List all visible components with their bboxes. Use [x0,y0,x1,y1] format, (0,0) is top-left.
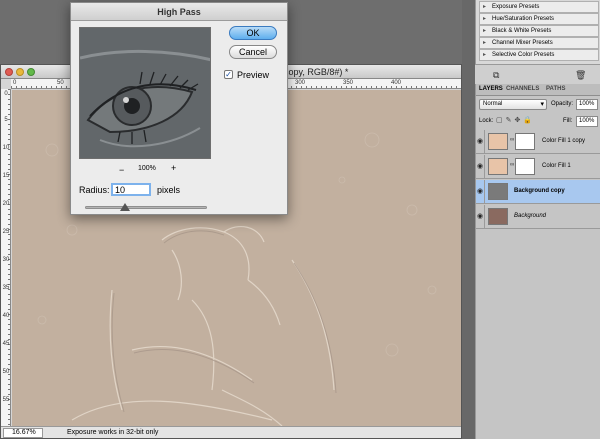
ruler-label: 50 [57,80,64,86]
layer-mask-thumbnail[interactable] [515,158,535,175]
radius-slider-track[interactable] [85,206,207,209]
lock-options-icon[interactable]: ▢✎✥🔒 [496,116,535,124]
layer-row[interactable]: ◉ ∞ Color Fill 1 [476,155,600,179]
zoom-in-button[interactable]: + [171,163,176,173]
fill-label: Fill: [563,118,573,124]
layer-thumbnail [488,133,508,150]
ruler-label: 400 [391,80,402,86]
ruler-label: 20 [2,201,10,207]
ruler-label: 50 [2,369,10,375]
high-pass-dialog: High Pass − 100% + OK Cancel ✓ Preview R… [70,2,288,215]
close-icon[interactable] [5,68,13,76]
clip-icon[interactable]: ⧉ [493,70,499,81]
link-chain-icon: ∞ [510,137,515,143]
preset-selective-color[interactable]: Selective Color Presets [479,49,599,61]
lock-label: Lock: [479,118,494,124]
ruler-label: 40 [2,313,10,319]
preview-label[interactable]: Preview [237,70,269,80]
layers-panel-tabs: LAYERS CHANNELS PATHS [476,84,600,96]
preset-exposure[interactable]: Exposure Presets [479,1,599,13]
zoom-window-icon[interactable] [27,68,35,76]
ok-button[interactable]: OK [229,26,277,40]
layer-row[interactable]: ◉ ∞ Color Fill 1 copy [476,130,600,154]
layer-mask-thumbnail[interactable] [515,133,535,150]
layer-thumbnail [488,208,508,225]
tab-layers[interactable]: LAYERS [479,86,503,92]
ruler-label: 0 [13,80,17,86]
layer-row[interactable]: ◉ Background [476,205,600,229]
visibility-eye-icon[interactable]: ◉ [476,205,485,229]
radius-slider-thumb[interactable] [120,203,131,211]
ruler-label: 25 [2,229,10,235]
ruler-label: 30 [2,257,10,263]
filter-preview[interactable] [79,27,211,159]
visibility-eye-icon[interactable]: ◉ [476,155,485,179]
layer-name: Background [514,213,547,219]
preview-checkbox[interactable]: ✓ [224,70,233,79]
ruler-label: 10 [2,145,10,151]
ruler-label: 35 [2,285,10,291]
opacity-field[interactable]: 100% [576,99,598,110]
ruler-label: 55 [2,397,10,403]
document-title: copy, RGB/8#) * [284,67,349,77]
ruler-label: 5 [4,117,8,123]
blend-mode-select[interactable]: Normal [479,99,547,110]
opacity-label: Opacity: [551,101,574,107]
preset-hue-saturation[interactable]: Hue/Saturation Presets [479,13,599,25]
vertical-ruler[interactable]: 0 5 10 15 20 25 30 35 40 45 50 55 [1,89,11,426]
radius-input[interactable] [111,183,151,196]
layers-panel: LAYERS CHANNELS PATHS Normal Opacity: 10… [475,84,600,439]
ruler-label: 45 [2,341,10,347]
layer-name: Color Fill 1 [542,163,571,169]
ruler-label: 300 [295,80,306,86]
tab-paths[interactable]: PATHS [546,86,565,92]
cancel-button[interactable]: Cancel [229,45,277,59]
eye-preview-image [80,28,210,158]
adjustments-icon-bar: ⧉ 🗑 [475,64,600,84]
layer-thumbnail [488,183,508,200]
layer-row[interactable]: ◉ Background copy [476,180,600,204]
zoom-level-field[interactable]: 16.67% [3,428,43,438]
preset-channel-mixer[interactable]: Channel Mixer Presets [479,37,599,49]
delete-icon[interactable]: 🗑 [575,70,586,81]
link-chain-icon: ∞ [510,162,515,168]
status-message[interactable]: Exposure works in 32-bit only [67,428,158,438]
ruler-label: 0 [4,91,8,97]
pixels-unit-label: pixels [157,185,181,195]
layer-name: Background copy [514,188,565,194]
visibility-eye-icon[interactable]: ◉ [476,130,485,154]
visibility-eye-icon[interactable]: ◉ [476,180,485,204]
ruler-label: 15 [2,173,10,179]
adjustments-panel: Exposure Presets Hue/Saturation Presets … [475,0,600,64]
document-status-bar: 16.67% Exposure works in 32-bit only [1,426,461,438]
preview-zoom-percent: 100% [138,165,156,172]
dialog-title[interactable]: High Pass [71,3,287,21]
preset-black-white[interactable]: Black & White Presets [479,25,599,37]
minimize-icon[interactable] [16,68,24,76]
ruler-label: 350 [343,80,354,86]
zoom-out-button[interactable]: − [119,165,124,175]
layer-thumbnail [488,158,508,175]
fill-field[interactable]: 100% [576,116,598,127]
radius-label: Radius: [79,185,110,195]
tab-channels[interactable]: CHANNELS [506,86,539,92]
layer-name: Color Fill 1 copy [542,138,586,144]
